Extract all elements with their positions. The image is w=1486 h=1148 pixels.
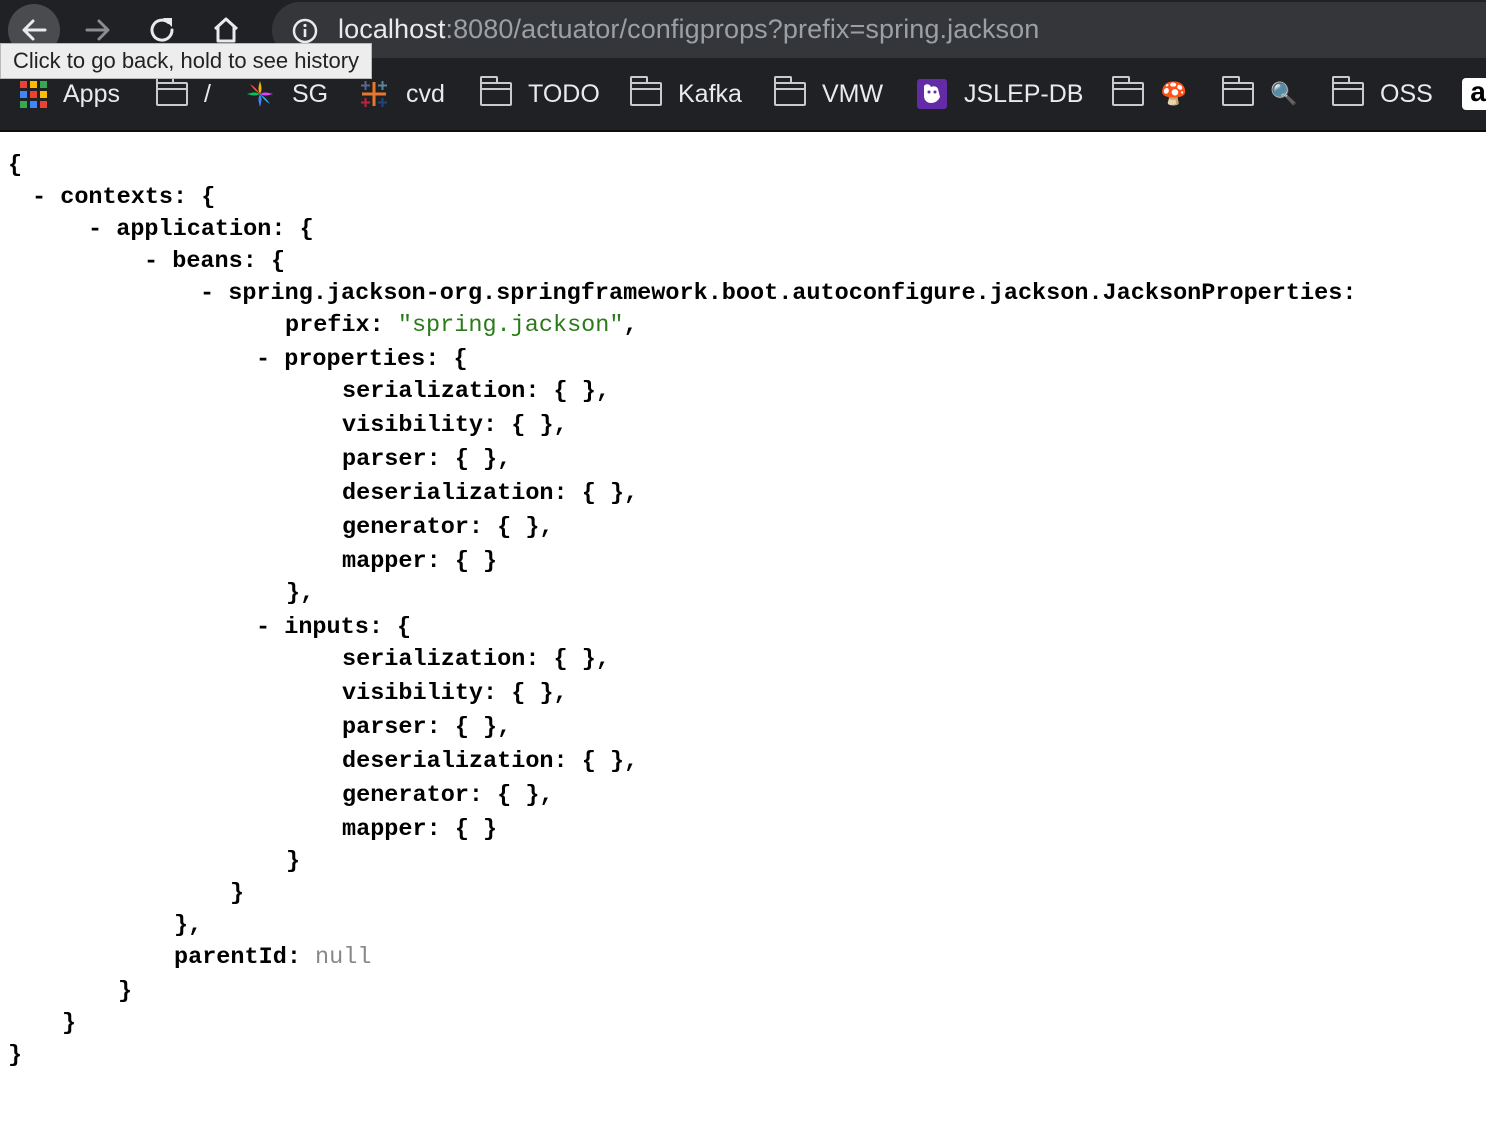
bookmark-todo[interactable]: TODO — [479, 60, 600, 128]
json-line-input: serialization: { }, — [342, 646, 610, 673]
json-line-input: mapper: { } — [342, 816, 498, 843]
home-icon — [213, 17, 239, 43]
folder-icon — [479, 76, 512, 106]
collapse-toggle[interactable]: - — [256, 614, 270, 641]
json-line-property: parser: { }, — [342, 446, 512, 473]
json-line-input: generator: { }, — [342, 782, 554, 809]
json-key: spring.jackson-org.springframework.boot.… — [228, 280, 1343, 307]
bookmark-label: Apps — [63, 79, 120, 108]
json-line: } — [62, 1010, 77, 1037]
back-tooltip: Click to go back, hold to see history — [0, 43, 373, 79]
json-line: } — [286, 848, 301, 875]
tableau-icon — [358, 78, 390, 110]
json-key: properties — [284, 346, 426, 373]
bookmark-search-folder[interactable]: 🔍 — [1221, 60, 1298, 128]
json-line-property: deserialization: { }, — [342, 480, 639, 507]
sg-colorful-icon — [244, 78, 276, 110]
json-key: prefix — [285, 312, 370, 339]
json-line-beans: - beans: { — [144, 248, 286, 275]
json-key: beans — [172, 248, 243, 275]
json-line-property: generator: { }, — [342, 514, 554, 541]
json-line-bean-name: - spring.jackson-org.springframework.boo… — [200, 280, 1357, 307]
folder-icon — [155, 76, 188, 106]
bookmark-label: Kafka — [678, 79, 742, 108]
json-line: } — [230, 880, 245, 907]
info-icon[interactable] — [292, 18, 318, 44]
json-line-property: mapper: { } — [342, 548, 498, 575]
json-line-prefix: prefix: "spring.jackson", — [285, 312, 638, 339]
bookmark-jslep-db[interactable]: JSLEP-DB — [916, 60, 1083, 128]
url-path: :8080/actuator/configprops?prefix=spring… — [445, 14, 1040, 44]
json-line: } — [8, 1042, 23, 1069]
folder-icon — [1331, 76, 1364, 106]
json-key: inputs — [284, 614, 369, 641]
datadog-icon — [916, 78, 948, 110]
bookmark-label: TODO — [528, 79, 600, 108]
amazon-icon: a — [1462, 78, 1486, 110]
bookmark-vmw[interactable]: VMW — [773, 60, 884, 128]
bookmark-label: SG — [292, 79, 329, 108]
bookmark-oss[interactable]: OSS — [1331, 60, 1433, 128]
json-line-property: serialization: { }, — [342, 378, 610, 405]
collapse-toggle[interactable]: - — [200, 280, 214, 307]
arrow-left-icon — [22, 19, 47, 41]
bookmark-amazon[interactable]: a — [1462, 60, 1486, 128]
address-bar[interactable]: localhost:8080/actuator/configprops?pref… — [272, 2, 1486, 58]
json-line-application: - application: { — [88, 216, 314, 243]
json-line-parentid: parentId: null — [174, 944, 372, 971]
bookmark-label: VMW — [822, 79, 884, 108]
collapse-toggle[interactable]: - — [144, 248, 158, 275]
collapse-toggle[interactable]: - — [256, 346, 270, 373]
apps-grid-icon — [20, 80, 47, 108]
json-line-input: visibility: { }, — [342, 680, 568, 707]
json-line: } — [118, 978, 133, 1005]
json-line-properties: - properties: { — [256, 346, 468, 373]
json-line-contexts: - contexts: { — [32, 184, 216, 211]
arrow-right-icon — [85, 19, 110, 41]
folder-icon — [1111, 76, 1144, 106]
url-host: localhost — [338, 14, 446, 44]
json-line-input: parser: { }, — [342, 714, 512, 741]
json-line-inputs: - inputs: { — [256, 614, 412, 641]
json-key: application — [116, 216, 272, 243]
json-string-value: "spring.jackson" — [397, 312, 624, 339]
json-line-input: deserialization: { }, — [342, 748, 639, 775]
bookmark-kafka[interactable]: Kafka — [629, 60, 742, 128]
url-text[interactable]: localhost:8080/actuator/configprops?pref… — [338, 14, 1039, 45]
json-line-property: visibility: { }, — [342, 412, 568, 439]
bookmark-label: / — [204, 79, 211, 108]
folder-icon — [773, 76, 806, 106]
json-key: parentId — [174, 944, 287, 971]
json-line: { — [8, 152, 23, 179]
json-line: }, — [286, 580, 315, 607]
magnifier-icon: 🔍 — [1270, 81, 1298, 106]
collapse-toggle[interactable]: - — [88, 216, 102, 243]
collapse-toggle[interactable]: - — [32, 184, 46, 211]
json-key: contexts — [60, 184, 174, 211]
bookmark-label: JSLEP-DB — [964, 79, 1084, 108]
bookmark-mushroom-folder[interactable]: 🍄 — [1111, 60, 1188, 128]
reload-icon — [150, 18, 174, 42]
folder-icon — [1221, 76, 1254, 106]
json-null-value: null — [315, 944, 372, 971]
folder-icon — [629, 76, 662, 106]
json-line: }, — [174, 912, 203, 939]
bookmark-label: cvd — [406, 79, 445, 108]
mushroom-icon: 🍄 — [1160, 81, 1188, 106]
bookmark-label: OSS — [1380, 79, 1433, 108]
